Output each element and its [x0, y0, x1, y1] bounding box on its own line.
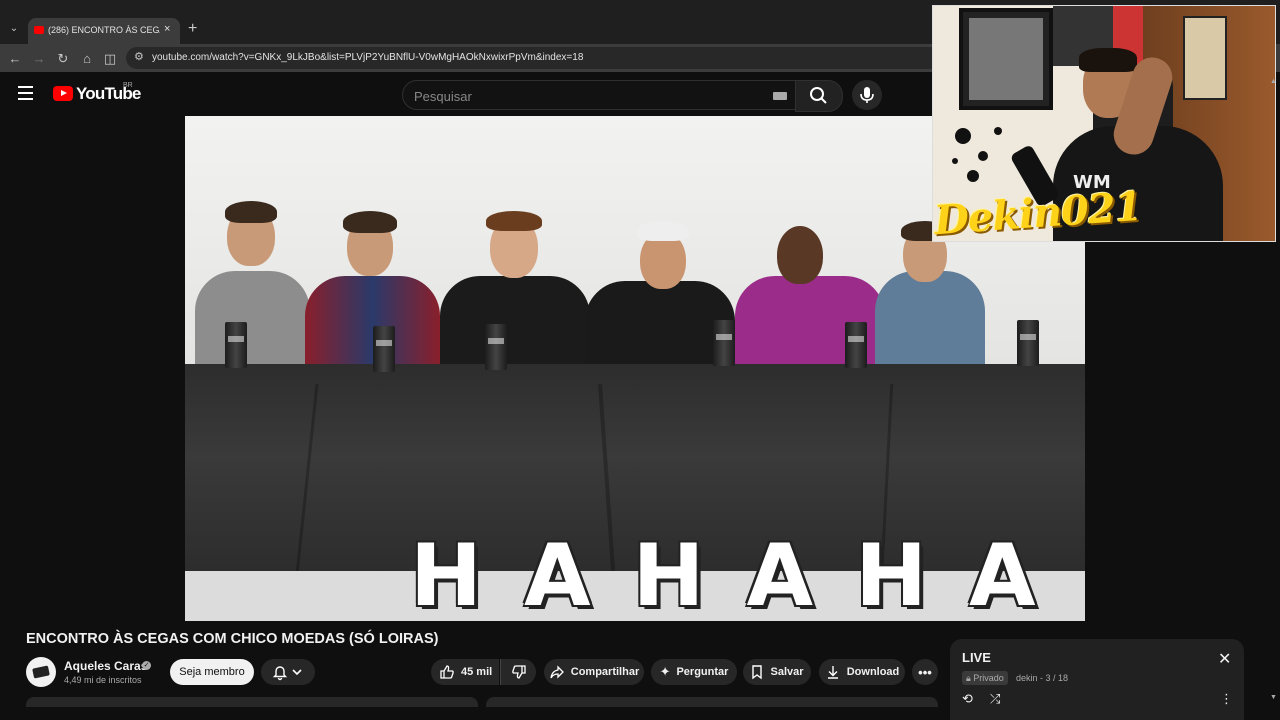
cup — [1017, 320, 1039, 366]
subscriber-count: 4,49 mi de inscritos — [64, 675, 142, 685]
menu-icon[interactable] — [18, 86, 33, 104]
home-icon[interactable]: ⌂ — [79, 51, 95, 66]
address-bar[interactable]: ⚙ youtube.com/watch?v=GNKx_9LkJBo&list=P… — [126, 47, 946, 69]
cup — [713, 320, 735, 366]
save-button[interactable]: Salvar — [743, 659, 811, 685]
youtube-favicon — [34, 26, 44, 34]
browser-tab[interactable]: (286) ENCONTRO ÀS CEGAS COM CHICO MOEDAS… — [28, 18, 180, 44]
share-button[interactable]: Compartilhar — [544, 659, 644, 685]
mic-icon — [860, 87, 874, 103]
search-button[interactable] — [795, 80, 843, 112]
sparkle-icon: ✦ — [659, 664, 671, 679]
bookmark-icon — [752, 665, 763, 680]
youtube-logo-icon[interactable] — [53, 86, 73, 101]
ask-label: Perguntar — [676, 666, 729, 678]
ask-button[interactable]: ✦ Perguntar — [651, 659, 737, 685]
tab-list-icon[interactable]: ⌄ — [6, 21, 22, 37]
wall-poster — [1183, 16, 1227, 100]
bell-icon — [272, 666, 288, 681]
verified-icon: ✓ — [142, 661, 151, 670]
voice-search-button[interactable] — [852, 80, 882, 110]
scroll-down-arrow[interactable]: ▼ — [1270, 694, 1277, 701]
tab-title: (286) ENCONTRO ÀS CEGAS COM CHICO MOEDAS… — [48, 25, 160, 35]
cup — [373, 326, 395, 372]
dislike-icon — [511, 665, 526, 679]
reload-icon[interactable]: ↻ — [55, 51, 71, 67]
search-box — [402, 80, 796, 111]
loop-icon[interactable]: ⟲ — [962, 691, 973, 707]
wall-poster — [959, 8, 1053, 110]
cup — [225, 322, 247, 368]
dislike-button[interactable] — [500, 659, 536, 685]
forward-icon[interactable]: → — [31, 51, 47, 66]
share-label: Compartilhar — [570, 666, 640, 678]
playlist-more-icon[interactable]: ⋮ — [1220, 691, 1233, 707]
new-tab-button[interactable]: + — [188, 20, 197, 38]
cup — [485, 324, 507, 370]
like-count: 45 mil — [461, 666, 493, 678]
more-actions-button[interactable]: ••• — [912, 659, 938, 685]
cup — [845, 322, 867, 368]
privacy-badge: 🔒︎ Privado — [962, 671, 1008, 685]
join-label: Seja membro — [179, 666, 245, 678]
scroll-up-arrow[interactable]: ▲ — [1270, 78, 1277, 85]
back-icon[interactable]: ← — [7, 51, 23, 66]
more-icon: ••• — [918, 664, 932, 680]
download-icon — [827, 666, 838, 679]
secondary-box[interactable] — [486, 697, 938, 707]
channel-name[interactable]: Aqueles Caras — [64, 659, 147, 673]
playlist-panel: LIVE ✕ 🔒︎ Privado dekin - 3 / 18 ⟲ ⤮ ⋮ — [950, 639, 1244, 720]
video-overlay-text: HAHAHA — [410, 526, 1078, 621]
description-box[interactable] — [26, 697, 478, 707]
save-label: Salvar — [770, 666, 804, 678]
search-input[interactable] — [403, 81, 766, 111]
channel-avatar[interactable] — [26, 657, 56, 687]
split-view-icon[interactable]: ◫ — [102, 51, 118, 67]
download-label: Download — [846, 666, 900, 678]
playlist-owner-position: dekin - 3 / 18 — [1016, 673, 1069, 683]
url-text[interactable]: youtube.com/watch?v=GNKx_9LkJBo&list=PLV… — [152, 52, 583, 63]
search-icon — [810, 87, 827, 104]
site-settings-icon[interactable]: ⚙ — [134, 50, 144, 63]
privacy-label: Privado — [973, 673, 1004, 683]
playlist-title[interactable]: LIVE — [962, 650, 991, 665]
join-button[interactable]: Seja membro — [170, 659, 254, 685]
notifications-button[interactable] — [261, 659, 315, 685]
like-icon — [440, 665, 454, 679]
like-button[interactable]: 45 mil — [431, 659, 499, 685]
video-title: ENCONTRO ÀS CEGAS COM CHICO MOEDAS (SÓ L… — [26, 631, 439, 647]
country-code: BR — [123, 82, 133, 89]
shuffle-icon[interactable]: ⤮ — [990, 691, 1000, 707]
share-icon — [550, 665, 564, 679]
download-button[interactable]: Download — [819, 659, 905, 685]
close-tab-icon[interactable]: × — [164, 23, 170, 35]
chevron-down-icon — [292, 669, 302, 676]
close-icon[interactable]: ✕ — [1218, 649, 1231, 669]
keyboard-icon[interactable] — [773, 92, 787, 100]
